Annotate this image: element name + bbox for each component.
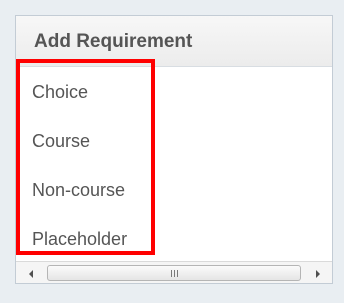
horizontal-scrollbar[interactable] xyxy=(16,261,332,283)
add-requirement-panel: Add Requirement Choice Course Non-course… xyxy=(15,15,333,284)
scrollbar-thumb[interactable] xyxy=(47,265,301,281)
requirement-item-placeholder[interactable]: Placeholder xyxy=(32,229,127,250)
requirement-item-course[interactable]: Course xyxy=(32,131,90,152)
requirement-item-choice[interactable]: Choice xyxy=(32,82,88,103)
scroll-left-arrow-icon[interactable] xyxy=(20,262,41,283)
panel-title: Add Requirement xyxy=(34,31,193,52)
panel-header: Add Requirement xyxy=(16,16,332,67)
grip-icon xyxy=(170,269,178,277)
scroll-right-arrow-icon[interactable] xyxy=(307,262,328,283)
requirement-item-non-course[interactable]: Non-course xyxy=(32,180,125,201)
